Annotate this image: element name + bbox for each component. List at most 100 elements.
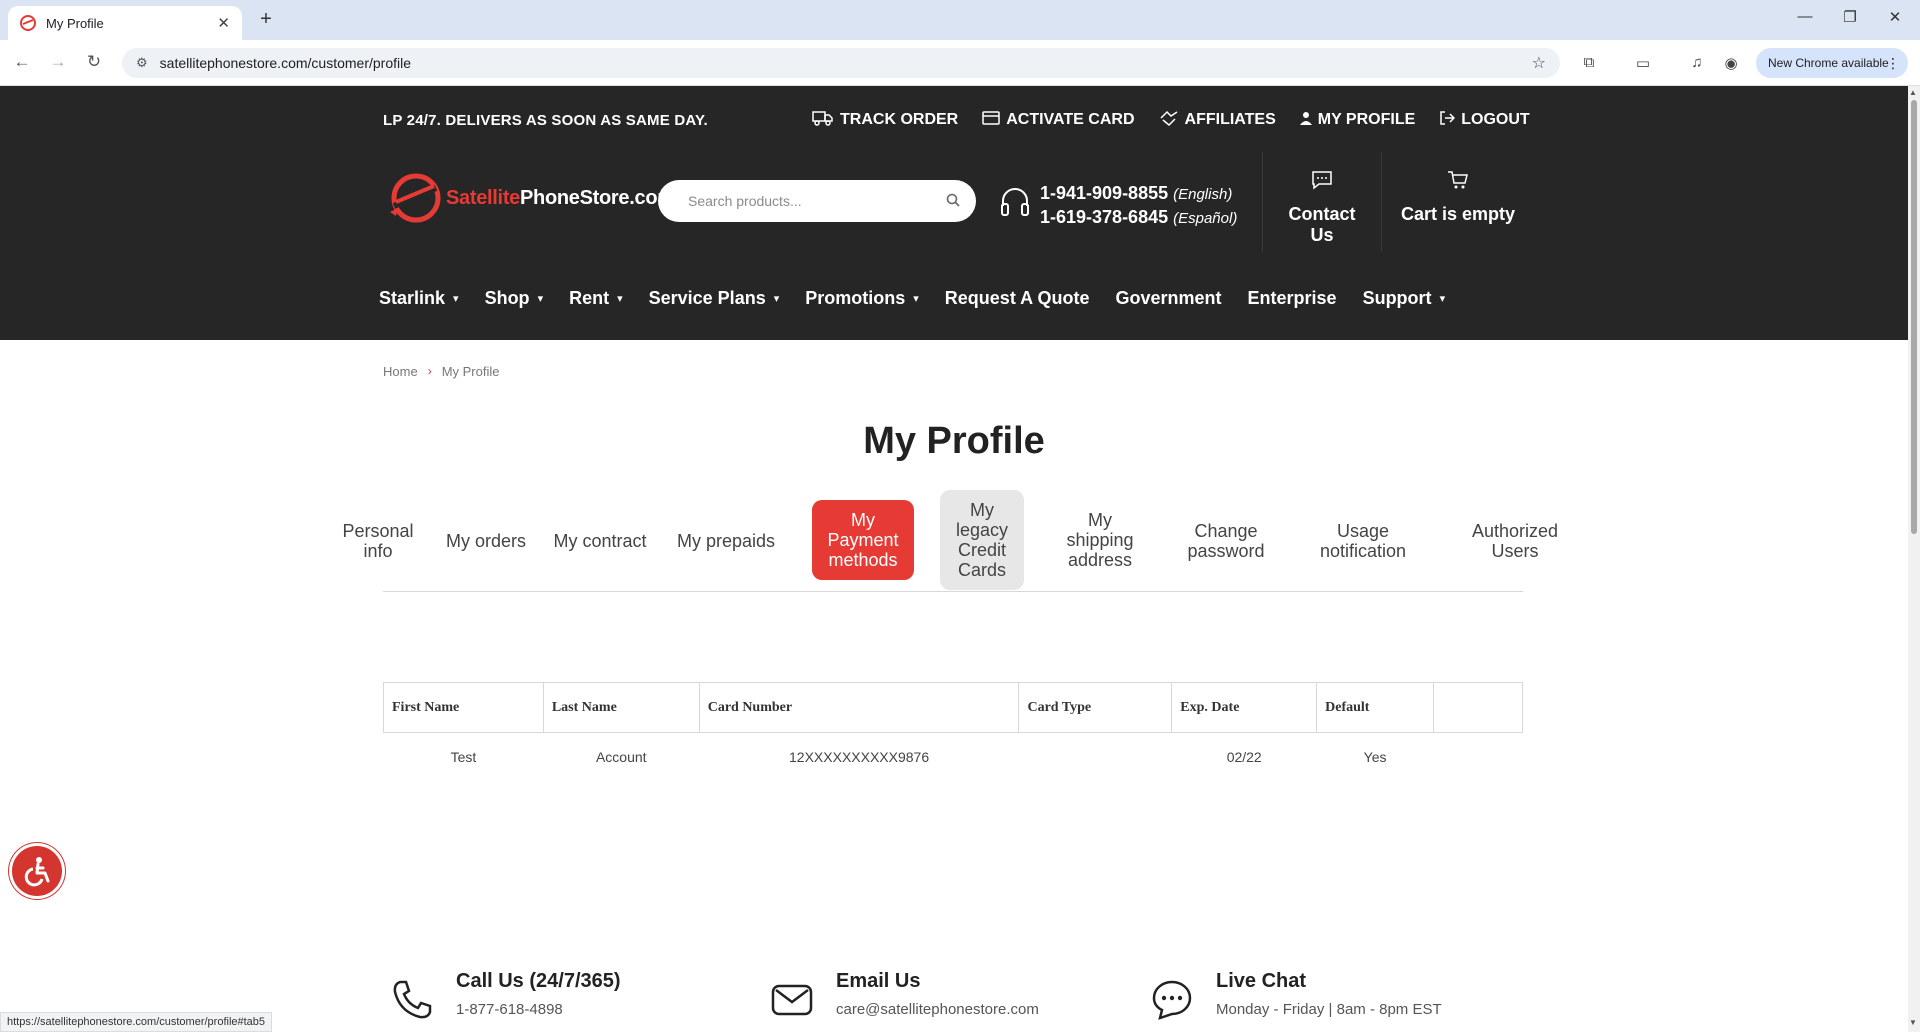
- tab-my-payment-methods[interactable]: My Payment methods: [812, 500, 914, 580]
- my-profile-link[interactable]: MY PROFILE: [1299, 110, 1416, 130]
- chevron-down-icon: ▾: [773, 293, 780, 305]
- truck-icon: [812, 110, 834, 130]
- restore-icon[interactable]: ❐: [1835, 8, 1865, 26]
- browser-tab-strip: My Profile ✕ + — ❐ ✕: [0, 0, 1920, 40]
- contact-us-label: Contact Us: [1288, 204, 1356, 245]
- chevron-down-icon: ▾: [617, 293, 623, 305]
- tab-my-prepaids[interactable]: My prepaids: [672, 514, 780, 568]
- tab-authorized-users[interactable]: Authorized Users: [1460, 514, 1570, 568]
- page-scrollbar[interactable]: ▲ ▼: [1908, 86, 1920, 1032]
- phone1-lang: (English): [1173, 186, 1233, 203]
- nav-service-plans-label: Service Plans: [648, 288, 766, 308]
- nav-request-quote-label: Request A Quote: [944, 288, 1090, 308]
- main-nav: Starlink ▾ Shop ▾ Rent ▾ Service Plans ▾ Pro…: [379, 288, 1445, 309]
- tab-my-shipping-address[interactable]: My shipping address: [1052, 500, 1148, 580]
- nav-government-label: Government: [1115, 288, 1222, 308]
- nav-support[interactable]: Support ▾: [1363, 288, 1446, 309]
- scrollbar-thumb[interactable]: [1911, 100, 1917, 534]
- chat-bubble-icon: [1276, 170, 1368, 196]
- site-info-icon[interactable]: ⚙: [136, 55, 148, 71]
- nav-starlink[interactable]: Starlink ▾: [379, 288, 459, 309]
- tab-close-icon[interactable]: ✕: [217, 14, 230, 32]
- phone-english[interactable]: 1-941-909-8855 (English): [1040, 182, 1237, 206]
- address-bar[interactable]: ⚙ satellitephonestore.com/customer/profi…: [122, 48, 1560, 78]
- track-order-link[interactable]: TRACK ORDER: [812, 110, 958, 130]
- nav-government[interactable]: Government: [1115, 288, 1221, 309]
- envelope-icon: [770, 978, 818, 1031]
- window-close-icon[interactable]: ✕: [1880, 8, 1910, 26]
- browser-tab[interactable]: My Profile ✕: [8, 6, 242, 40]
- footer-email-value[interactable]: care@satellitephonestore.com: [836, 1001, 1039, 1018]
- reload-icon[interactable]: ↻: [82, 52, 106, 72]
- header-divider: [1381, 152, 1382, 252]
- accessibility-button[interactable]: [12, 846, 62, 896]
- nav-starlink-label: Starlink: [379, 288, 446, 308]
- nav-rent[interactable]: Rent ▾: [569, 288, 623, 309]
- chevron-down-icon: ▾: [453, 293, 459, 305]
- col-card-number: Card Number: [698, 682, 1020, 733]
- site-logo[interactable]: SatellitePhoneStore.com: [386, 172, 675, 224]
- cell-exp-date: 02/22: [1226, 748, 1262, 765]
- search-input[interactable]: [686, 192, 946, 210]
- footer-call-value[interactable]: 1-877-618-4898: [456, 1001, 621, 1018]
- nav-enterprise[interactable]: Enterprise: [1248, 288, 1337, 309]
- affiliates-link[interactable]: AFFILIATES: [1159, 110, 1276, 130]
- tab-personal-info[interactable]: Personal info: [330, 514, 426, 568]
- nav-promotions[interactable]: Promotions ▾: [805, 288, 919, 309]
- my-profile-label: MY PROFILE: [1317, 111, 1416, 128]
- breadcrumb-home[interactable]: Home: [383, 364, 418, 379]
- table-row: Test Account 12XXXXXXXXXX9876 02/22 Yes: [384, 733, 1523, 781]
- activate-card-link[interactable]: ACTIVATE CARD: [982, 110, 1135, 130]
- nav-service-plans[interactable]: Service Plans ▾: [649, 288, 780, 309]
- phone-spanish[interactable]: 1-619-378-6845 (Español): [1040, 206, 1237, 230]
- chevron-right-icon: ›: [427, 364, 432, 378]
- col-card-type: Card Type: [1018, 682, 1173, 733]
- table-header-row: First Name Last Name Card Number Card Ty…: [383, 682, 1523, 733]
- forward-icon[interactable]: →: [46, 52, 70, 72]
- tab-my-legacy-credit-cards[interactable]: My legacy Credit Cards: [940, 490, 1024, 590]
- scroll-down-icon[interactable]: ▼: [1909, 1018, 1917, 1027]
- top-links: TRACK ORDER ACTIVATE CARD AFFILIATES MY …: [812, 110, 1530, 130]
- phone2-lang: (Español): [1173, 210, 1238, 227]
- search-icon[interactable]: [946, 193, 960, 210]
- cell-first-name: Test: [450, 748, 477, 765]
- browser-tab-title: My Profile: [46, 15, 104, 31]
- address-url: satellitephonestore.com/customer/profile: [159, 55, 411, 71]
- user-icon: [1299, 111, 1312, 129]
- chrome-menu-icon[interactable]: ⋮: [1886, 55, 1900, 72]
- tab-my-contract[interactable]: My contract: [550, 514, 650, 568]
- phone-lines: 1-941-909-8855 (English) 1-619-378-6845 …: [1040, 182, 1237, 230]
- contact-us-button[interactable]: Contact Us: [1276, 170, 1368, 246]
- logout-link[interactable]: LOGOUT: [1439, 110, 1530, 130]
- new-chrome-available-button[interactable]: New Chrome available ⋮: [1756, 48, 1908, 78]
- cell-actions: [1434, 733, 1523, 781]
- tab-change-password[interactable]: Change password: [1176, 514, 1276, 568]
- nav-enterprise-label: Enterprise: [1247, 288, 1337, 308]
- cart-button[interactable]: Cart is empty: [1396, 170, 1520, 225]
- chevron-down-icon: ▾: [913, 293, 919, 305]
- media-control-icon[interactable]: ♫: [1686, 54, 1708, 71]
- breadcrumb: Home › My Profile: [383, 364, 499, 379]
- tab-search-icon[interactable]: ▭: [1632, 54, 1654, 72]
- payment-methods-table: First Name Last Name Card Number Card Ty…: [383, 682, 1523, 781]
- tab-usage-notification[interactable]: Usage notification: [1308, 514, 1418, 568]
- profile-icon[interactable]: ◉: [1720, 54, 1742, 72]
- nav-shop-label: Shop: [484, 288, 530, 308]
- breadcrumb-current: My Profile: [441, 364, 500, 379]
- bookmark-star-icon[interactable]: ☆: [1532, 53, 1546, 73]
- tab-my-orders[interactable]: My orders: [446, 514, 526, 568]
- nav-shop[interactable]: Shop ▾: [485, 288, 544, 309]
- new-chrome-label: New Chrome available: [1768, 56, 1889, 70]
- extensions-icon[interactable]: ⧉: [1578, 54, 1600, 71]
- nav-promotions-label: Promotions: [805, 288, 906, 308]
- live-chat-icon: [1150, 978, 1198, 1031]
- promo-ticker: LP 24/7. DELIVERS AS SOON AS SAME DAY.: [383, 112, 708, 129]
- minimize-icon[interactable]: —: [1790, 8, 1820, 25]
- nav-request-quote[interactable]: Request A Quote: [945, 288, 1090, 309]
- scroll-up-icon[interactable]: ▲: [1909, 88, 1917, 97]
- phone-icon: [390, 978, 438, 1031]
- footer-chat-value: Monday - Friday | 8am - 8pm EST: [1216, 1001, 1442, 1018]
- new-tab-button[interactable]: +: [254, 8, 278, 31]
- logo-mark-icon: [386, 172, 442, 224]
- back-icon[interactable]: ←: [10, 52, 34, 72]
